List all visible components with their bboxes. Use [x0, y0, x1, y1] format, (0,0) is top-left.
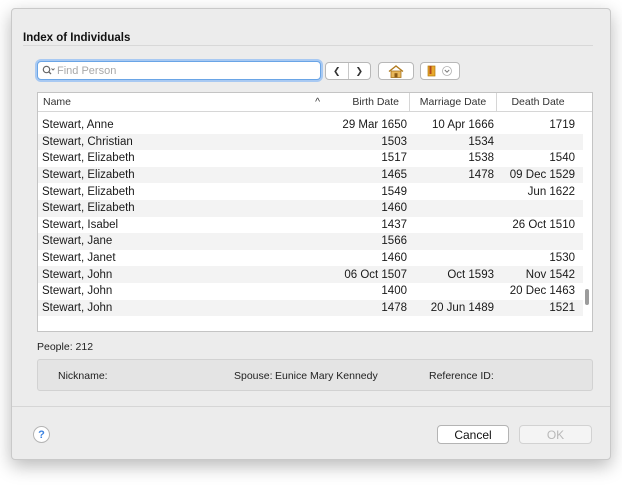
table-row[interactable]: Stewart, Elizabeth 1465 1478 09 Dec 1529	[38, 166, 583, 184]
table-scrollbar[interactable]	[585, 289, 589, 305]
home-button[interactable]	[378, 62, 414, 80]
forward-button[interactable]: ❯	[347, 63, 371, 79]
spouse-value: Eunice Mary Kennedy	[275, 370, 378, 382]
table-row[interactable]: Stewart, Janet 1460 1530	[38, 250, 583, 267]
reference-id-label: Reference ID:	[429, 370, 494, 382]
spouse-label: Spouse:	[234, 370, 273, 382]
people-count-value: 212	[75, 341, 94, 353]
individuals-table[interactable]: Name ^ Birth Date Marriage Date Death Da…	[37, 92, 593, 332]
column-header-name[interactable]: Name ^	[38, 93, 328, 111]
table-header: Name ^ Birth Date Marriage Date Death Da…	[38, 93, 592, 112]
bookmark-icon	[427, 65, 436, 77]
search-field[interactable]	[37, 61, 321, 80]
column-header-death[interactable]: Death Date	[496, 93, 579, 111]
search-input[interactable]	[55, 64, 295, 77]
chevron-right-icon: ❯	[355, 65, 364, 76]
help-icon: ?	[38, 428, 45, 441]
back-button[interactable]: ❮	[326, 63, 348, 79]
table-body: Stewart, Anne 29 Mar 1650 10 Apr 1666 1719 …	[38, 117, 583, 317]
table-row[interactable]: Stewart, Elizabeth 1460	[38, 199, 583, 217]
table-row[interactable]: Stewart, Jane 1566	[38, 233, 583, 250]
chevron-left-icon: ❮	[332, 65, 341, 76]
column-header-marriage[interactable]: Marriage Date	[409, 93, 496, 111]
people-count-label: People:	[37, 341, 73, 353]
table-row[interactable]: Stewart, Anne 29 Mar 1650 10 Apr 1666 1719	[38, 117, 583, 134]
table-row[interactable]: Stewart, Isabel 1437 26 Oct 1510	[38, 217, 583, 234]
column-header-birth[interactable]: Birth Date	[328, 93, 409, 111]
bookmarks-button[interactable]	[420, 62, 460, 80]
ok-button[interactable]: OK	[519, 425, 592, 444]
nickname-label: Nickname:	[58, 370, 108, 382]
table-row[interactable]: Stewart, John 06 Oct 1507 Oct 1593 Nov 1542	[38, 266, 583, 283]
person-details-panel: Nickname: Spouse: Eunice Mary Kennedy Re…	[37, 359, 593, 391]
footer-divider	[12, 406, 610, 407]
table-row[interactable]: Stewart, Christian 1503 1534	[38, 133, 583, 151]
people-count: People: 212	[37, 341, 93, 353]
home-icon	[388, 64, 404, 78]
help-button[interactable]: ?	[33, 426, 50, 443]
dialog-title: Index of Individuals	[23, 32, 131, 44]
title-divider	[23, 45, 593, 46]
table-row[interactable]: Stewart, Elizabeth 1517 1538 1540	[38, 150, 583, 167]
table-row[interactable]: Stewart, John 1400 20 Dec 1463	[38, 283, 583, 300]
search-icon	[42, 65, 55, 76]
navigation-buttons: ❮ ❯	[325, 62, 371, 80]
table-row[interactable]: Stewart, John 1478 20 Jun 1489 1521	[38, 299, 583, 317]
chevron-down-icon	[442, 66, 452, 76]
table-row[interactable]: Stewart, Elizabeth 1549 Jun 1622	[38, 183, 583, 200]
cancel-button[interactable]: Cancel	[437, 425, 509, 444]
sort-ascending-icon: ^	[315, 96, 320, 108]
